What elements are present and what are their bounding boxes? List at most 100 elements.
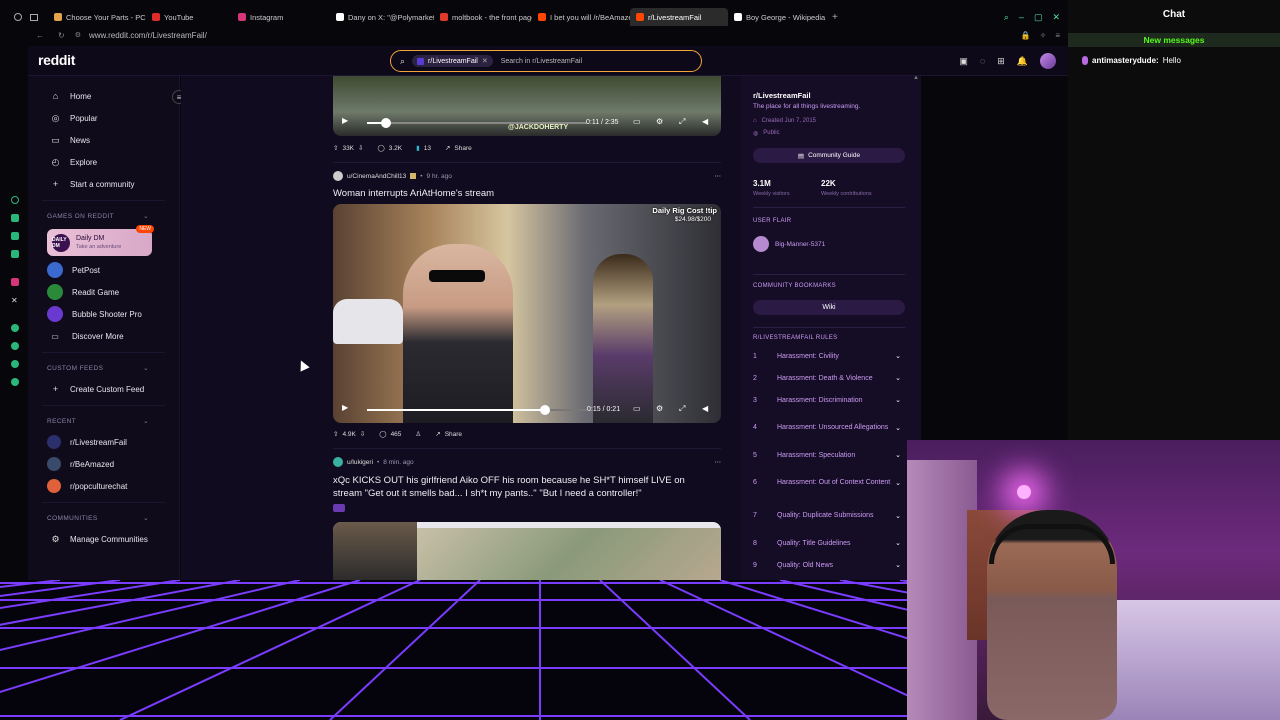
wiki-button[interactable]: Wiki (753, 300, 905, 315)
play-icon[interactable]: ▶ (342, 116, 348, 125)
chevron-down-icon[interactable]: ⌄ (895, 479, 901, 487)
browser-tab[interactable]: Dany on X: "@Polymarket (330, 8, 434, 26)
game-item[interactable]: Readit Game (28, 281, 179, 303)
seek-handle[interactable] (540, 405, 551, 415)
rail-app-icon[interactable] (11, 250, 19, 258)
rail-app-icon[interactable] (11, 214, 19, 222)
downvote-icon[interactable]: ⇩ (360, 430, 365, 438)
recent-item[interactable]: r/LivestreamFail (28, 431, 179, 453)
chat-username[interactable]: antimasterydude: (1092, 56, 1159, 65)
comments-button[interactable]: ◯ 465 (379, 430, 401, 439)
chevron-down-icon[interactable]: ⌄ (895, 352, 901, 360)
create-post-icon[interactable]: ⊞ (997, 56, 1005, 67)
post-author-avatar[interactable] (333, 171, 343, 181)
reddit-logo[interactable]: reddit (38, 52, 75, 68)
refresh-icon[interactable]: ↻ (58, 31, 65, 40)
site-info-icon[interactable]: ⚙ (75, 31, 81, 39)
community-guide-button[interactable]: ▤ Community Guide (753, 148, 905, 163)
volume-icon[interactable]: ◀ (702, 117, 708, 126)
extensions-icon[interactable]: ✧ (1040, 31, 1047, 40)
sidebar-item-home[interactable]: ⌂ Home (28, 85, 179, 107)
url-field[interactable]: www.reddit.com/r/LivestreamFail/ (89, 31, 207, 40)
game-item[interactable]: ▭ Discover More (28, 325, 179, 347)
sidebar-item-explore[interactable]: ◴ Explore (28, 151, 179, 173)
browser-tab[interactable]: Choose Your Parts - PCPa (48, 8, 146, 26)
game-item[interactable]: PetPost (28, 259, 179, 281)
post-author-avatar[interactable] (333, 457, 343, 467)
upvote-icon[interactable]: ⇧ (333, 430, 338, 438)
rule-item[interactable]: 1 Harassment: Civility ⌄ (741, 345, 913, 367)
chevron-down-icon[interactable]: ⌄ (895, 396, 901, 404)
communities-header[interactable]: COMMUNITIES ⌄ (28, 508, 179, 528)
sidebar-item-popular[interactable]: ◎ Popular (28, 107, 179, 129)
games-section-header[interactable]: GAMES ON REDDIT ⌄ (28, 206, 179, 226)
notifications-icon[interactable]: 🔔 (1017, 56, 1028, 67)
rule-item[interactable]: 4 Harassment: Unsourced Allegations ⌄ (741, 411, 913, 444)
chevron-down-icon[interactable]: ⌄ (895, 512, 901, 520)
sidebar-item-start-a-community[interactable]: + Start a community (28, 173, 179, 195)
settings-icon[interactable]: ⚙ (656, 117, 663, 126)
browser-tab[interactable]: I bet you will /r/BeAmaze (532, 8, 630, 26)
game-item[interactable]: Bubble Shooter Pro (28, 303, 179, 325)
search-input[interactable]: Search in r/LivestreamFail (501, 58, 582, 65)
settings-icon[interactable]: ⚙ (656, 404, 663, 413)
menu-icon[interactable]: ≡ (1055, 31, 1060, 40)
scroll-up-icon[interactable]: ▲ (913, 75, 919, 81)
rail-instagram-icon[interactable] (11, 278, 19, 286)
browser-tab[interactable]: YouTube (146, 8, 232, 26)
search-bar[interactable]: ⌕ r/LivestreamFail ✕ Search in r/Livestr… (390, 50, 702, 72)
rule-item[interactable]: 5 Harassment: Speculation ⌄ (741, 444, 913, 466)
rail-history-icon[interactable] (11, 342, 19, 350)
browser-logo-icon[interactable] (14, 13, 22, 21)
post-1-video[interactable]: ▶ @JACKDOHERTY 0:11 / 2:35 ▭ ⚙ ⤢ ◀ (333, 76, 721, 136)
chevron-down-icon[interactable]: ⌄ (895, 374, 901, 382)
rail-clock-icon[interactable] (11, 360, 19, 368)
post-3-thumbnail[interactable] (333, 522, 721, 580)
share-button[interactable]: ↗ Share (435, 430, 462, 439)
upvote-icon[interactable]: ⇧ (333, 144, 338, 152)
manage-communities[interactable]: ⚙ Manage Communities (28, 528, 179, 550)
fullscreen-icon[interactable]: ⤢ (679, 404, 685, 414)
daily-dm-card[interactable]: DAILY DM Daily DM Take an adventure NEW (47, 225, 154, 256)
rail-x-icon[interactable]: ✕ (11, 296, 19, 305)
recent-header[interactable]: RECENT ⌄ (28, 411, 179, 431)
rail-play-icon[interactable] (11, 324, 19, 332)
award-button[interactable]: ▮ 13 (416, 144, 431, 153)
workspaces-icon[interactable] (30, 13, 38, 21)
rule-item[interactable]: 8 Quality: Title Guidelines ⌄ (741, 532, 913, 554)
browser-tab[interactable]: r/LivestreamFail (630, 8, 728, 26)
post-2-title[interactable]: Woman interrupts AriAtHome's stream (333, 188, 494, 199)
rule-item[interactable]: 7 Quality: Duplicate Submissions ⌄ (741, 499, 913, 532)
captions-icon[interactable]: ▭ (633, 404, 641, 413)
post-menu-icon[interactable]: ⋯ (715, 172, 722, 180)
chat-icon[interactable]: ◌ (980, 56, 985, 66)
downvote-icon[interactable]: ⇩ (358, 144, 363, 152)
close-window-icon[interactable]: ✕ (1052, 12, 1060, 23)
vote-pill[interactable]: ⇧ 33K ⇩ (333, 144, 363, 153)
maximize-icon[interactable]: ▢ (1034, 12, 1043, 23)
award-button[interactable]: ♙ (415, 430, 421, 438)
search-tabs-icon[interactable]: ⌕ (1004, 12, 1009, 23)
advertise-icon[interactable]: ▣ (959, 56, 968, 67)
seek-bar[interactable] (367, 405, 587, 415)
captions-icon[interactable]: ▭ (633, 117, 641, 126)
minimize-icon[interactable]: – (1019, 12, 1024, 23)
seek-handle[interactable] (381, 118, 391, 128)
post-author[interactable]: u/CinemaAndChill13 (347, 173, 406, 180)
post-menu-icon[interactable]: ⋯ (715, 458, 722, 466)
recent-item[interactable]: r/popculturechat (28, 475, 179, 497)
new-tab-icon[interactable]: + (832, 12, 838, 23)
avatar[interactable] (1040, 53, 1056, 69)
browser-tab[interactable]: moltbook - the front page (434, 8, 532, 26)
chevron-down-icon[interactable]: ⌄ (895, 451, 901, 459)
post-2-video[interactable]: Daily Rig Cost !tip $24.98/$200 ▶ 0:15 /… (333, 204, 721, 423)
chevron-down-icon[interactable]: ⌄ (895, 539, 901, 547)
recent-item[interactable]: r/BeAmazed (28, 453, 179, 475)
create-custom-feed[interactable]: + Create Custom Feed (28, 378, 179, 400)
new-messages-banner[interactable]: New messages (1068, 33, 1280, 47)
custom-feeds-header[interactable]: CUSTOM FEEDS ⌄ (28, 358, 179, 378)
sidebar-item-news[interactable]: ▭ News (28, 129, 179, 151)
rule-item[interactable]: 2 Harassment: Death & Violence ⌄ (741, 367, 913, 389)
community-name[interactable]: r/LivestreamFail (753, 91, 811, 100)
share-button[interactable]: ↗ Share (445, 144, 472, 153)
